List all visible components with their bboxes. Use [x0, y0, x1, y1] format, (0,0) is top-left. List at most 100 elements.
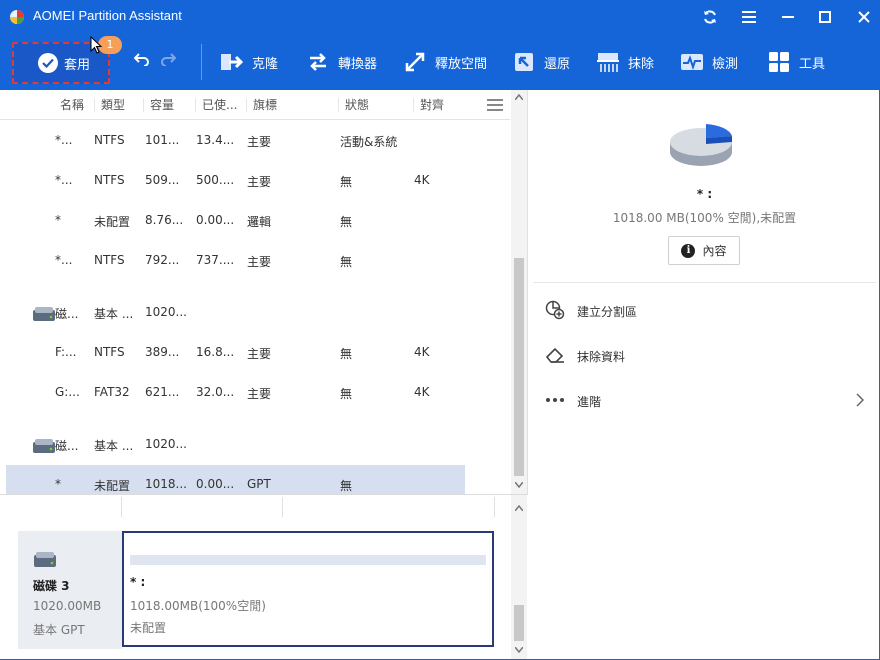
- partition-row[interactable]: *... NTFS 509... 500.... 主要 無 4K: [6, 161, 465, 199]
- column-header-alignment[interactable]: 對齊: [413, 98, 444, 112]
- table-scrollbar[interactable]: [511, 90, 527, 494]
- tools-icon: [767, 50, 791, 74]
- cell-used: 16.8...: [196, 345, 235, 359]
- column-header-capacity[interactable]: 容量: [143, 98, 174, 112]
- clone-button[interactable]: 克隆: [220, 48, 278, 76]
- wipe-data-item[interactable]: 抹除資料: [529, 340, 880, 370]
- column-header-status[interactable]: 狀態: [338, 98, 369, 112]
- column-settings-icon[interactable]: [487, 99, 503, 111]
- cell-status: 無: [340, 479, 353, 493]
- scrollbar-thumb[interactable]: [514, 605, 524, 641]
- scroll-up-icon[interactable]: [515, 94, 523, 100]
- test-icon: [680, 50, 704, 74]
- cell-flag: 邏輯: [247, 215, 272, 229]
- refresh-icon: [704, 10, 716, 24]
- create-partition-item[interactable]: 建立分割區: [529, 295, 880, 325]
- title-bar: AOMEI Partition Assistant: [0, 0, 880, 34]
- wipe-button[interactable]: 抹除: [596, 48, 654, 76]
- tools-button[interactable]: 工具: [767, 48, 825, 76]
- cell-capacity: 389...: [145, 345, 180, 359]
- cell-type: FAT32: [94, 385, 130, 399]
- minimize-button[interactable]: [776, 6, 800, 28]
- column-header-used[interactable]: 已使...: [195, 98, 237, 112]
- apply-label: 套用: [64, 57, 91, 73]
- disk-card[interactable]: 磁碟 3 1020.00MB 基本 GPT: [18, 531, 122, 649]
- partition-block-selected[interactable]: * : 1018.00MB(100%空閒) 未配置: [122, 531, 494, 647]
- cell-capacity: 509...: [145, 173, 180, 187]
- disk-type: 基本 GPT: [33, 623, 85, 637]
- restore-button[interactable]: 還原: [512, 48, 570, 76]
- cell-status: 無: [340, 347, 353, 361]
- cell-alignment: 4K: [414, 345, 430, 359]
- partition-row[interactable]: * 未配置 8.76... 0.00... 邏輯 無: [6, 201, 465, 239]
- cell-type: 基本 ...: [94, 307, 134, 321]
- ruler-divider: [282, 497, 283, 517]
- cell-type: NTFS: [94, 253, 125, 267]
- scrollbar-thumb[interactable]: [514, 258, 524, 476]
- app-title: AOMEI Partition Assistant: [33, 8, 182, 23]
- cell-type: 基本 ...: [94, 439, 134, 453]
- cell-name: G:...: [55, 385, 80, 399]
- partition-size: 1018.00MB(100%空閒): [130, 599, 266, 613]
- wipe-label: 抹除: [628, 56, 655, 72]
- chevron-right-icon: [856, 393, 864, 407]
- scroll-up-icon[interactable]: [515, 505, 523, 511]
- selected-partition-label: * :: [696, 187, 713, 201]
- cell-used: 32.0...: [196, 385, 235, 399]
- cell-name: 磁...: [55, 307, 79, 321]
- cell-alignment: 4K: [414, 173, 430, 187]
- cell-name: *: [55, 477, 61, 491]
- cell-capacity: 792...: [145, 253, 180, 267]
- scroll-down-icon[interactable]: [515, 647, 523, 653]
- cell-name: *...: [55, 173, 73, 187]
- disk-drive-icon: [33, 439, 55, 453]
- scroll-down-icon[interactable]: [515, 482, 523, 488]
- menu-button[interactable]: [737, 6, 761, 28]
- properties-label: 內容: [702, 244, 727, 258]
- maximize-icon: [819, 11, 831, 23]
- cell-type: NTFS: [94, 173, 125, 187]
- disk-size: 1020.00MB: [33, 599, 102, 613]
- cell-status: 活動&系統: [340, 135, 398, 149]
- properties-button[interactable]: i 內容: [668, 236, 740, 265]
- disk-map-scrollbar[interactable]: [511, 495, 527, 660]
- cell-used: 0.00...: [196, 213, 235, 227]
- partition-row[interactable]: G:... FAT32 621... 32.0... 主要 無 4K: [6, 373, 465, 411]
- partition-row[interactable]: F:... NTFS 389... 16.8... 主要 無 4K: [6, 333, 465, 371]
- free-space-icon: [403, 50, 427, 74]
- clone-icon: [220, 50, 244, 74]
- cell-type: 未配置: [94, 215, 131, 229]
- partition-list-panel: 名稱 類型 容量 已使... 旗標 狀態 對齊 *... NTFS 101... 13…: [0, 90, 528, 503]
- cell-name: 磁...: [55, 439, 79, 453]
- create-partition-label: 建立分割區: [577, 305, 638, 319]
- disk-row[interactable]: 磁... 基本 ... 1020...: [6, 293, 465, 331]
- column-header-flag[interactable]: 旗標: [246, 98, 277, 112]
- cell-status: 無: [340, 175, 353, 189]
- cell-capacity: 101...: [145, 133, 180, 147]
- maximize-button[interactable]: [813, 6, 837, 28]
- close-button[interactable]: [852, 6, 876, 28]
- partition-row[interactable]: *... NTFS 792... 737.... 主要 無: [6, 241, 465, 279]
- free-space-button[interactable]: 釋放空間: [403, 48, 487, 76]
- column-header-name[interactable]: 名稱: [54, 98, 84, 112]
- undo-icon[interactable]: [134, 52, 150, 66]
- cell-used: 737....: [196, 253, 235, 267]
- test-button[interactable]: 檢測: [680, 48, 738, 76]
- cell-capacity: 8.76...: [145, 213, 184, 227]
- converter-button[interactable]: 轉換器: [306, 48, 377, 76]
- column-header-type[interactable]: 類型: [94, 98, 125, 112]
- cell-flag: 主要: [247, 175, 272, 189]
- cell-used: 0.00...: [196, 477, 235, 491]
- cell-capacity: 1020...: [145, 437, 187, 451]
- redo-icon[interactable]: [160, 52, 176, 66]
- toolbar-separator: [201, 44, 202, 80]
- cell-status: 無: [340, 255, 353, 269]
- partition-row[interactable]: *... NTFS 101... 13.4... 主要 活動&系統: [6, 121, 465, 159]
- refresh-button[interactable]: [698, 6, 722, 28]
- cell-flag: 主要: [247, 387, 272, 401]
- advanced-item[interactable]: 進階: [529, 385, 880, 415]
- cell-used: 13.4...: [196, 133, 235, 147]
- disk-row[interactable]: 磁... 基本 ... 1020...: [6, 425, 465, 463]
- eraser-icon: [545, 345, 565, 365]
- test-label: 檢測: [712, 56, 739, 72]
